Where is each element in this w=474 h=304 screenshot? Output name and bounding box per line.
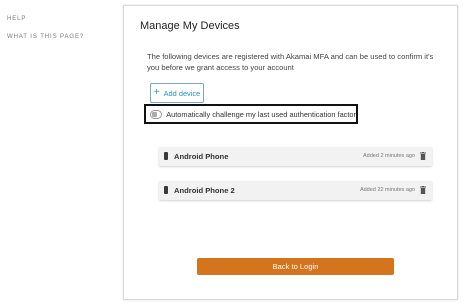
manage-devices-panel: Manage My Devices The following devices … <box>123 5 458 300</box>
device-item: Android Phone Added 2 minutes ago <box>159 147 432 166</box>
auto-challenge-label: Automatically challenge my last used aut… <box>166 109 356 119</box>
toggle-knob <box>152 111 157 117</box>
device-added-time: Added 2 minutes ago <box>363 153 415 159</box>
auto-challenge-toggle[interactable] <box>150 109 163 119</box>
phone-icon <box>164 152 168 160</box>
add-device-button[interactable]: + Add device <box>150 83 204 103</box>
mfa-page: HELP WHAT IS THIS PAGE? Manage My Device… <box>0 0 474 304</box>
phone-icon <box>164 186 168 194</box>
add-device-label: Add device <box>163 88 201 98</box>
auto-challenge-setting: Automatically challenge my last used aut… <box>144 104 358 124</box>
trash-icon[interactable] <box>420 186 426 194</box>
device-name: Android Phone <box>174 152 229 161</box>
device-added-time: Added 22 minutes ago <box>359 187 415 193</box>
device-item: Android Phone 2 Added 22 minutes ago <box>159 181 432 200</box>
page-title: Manage My Devices <box>140 20 240 32</box>
plus-icon: + <box>153 87 160 98</box>
help-link[interactable]: HELP <box>7 16 26 22</box>
trash-icon[interactable] <box>420 152 426 160</box>
device-name: Android Phone 2 <box>174 186 235 195</box>
back-to-login-button[interactable]: Back to Login <box>197 258 394 275</box>
what-is-this-page-link[interactable]: WHAT IS THIS PAGE? <box>7 34 84 40</box>
devices-description: The following devices are registered wit… <box>147 52 434 72</box>
